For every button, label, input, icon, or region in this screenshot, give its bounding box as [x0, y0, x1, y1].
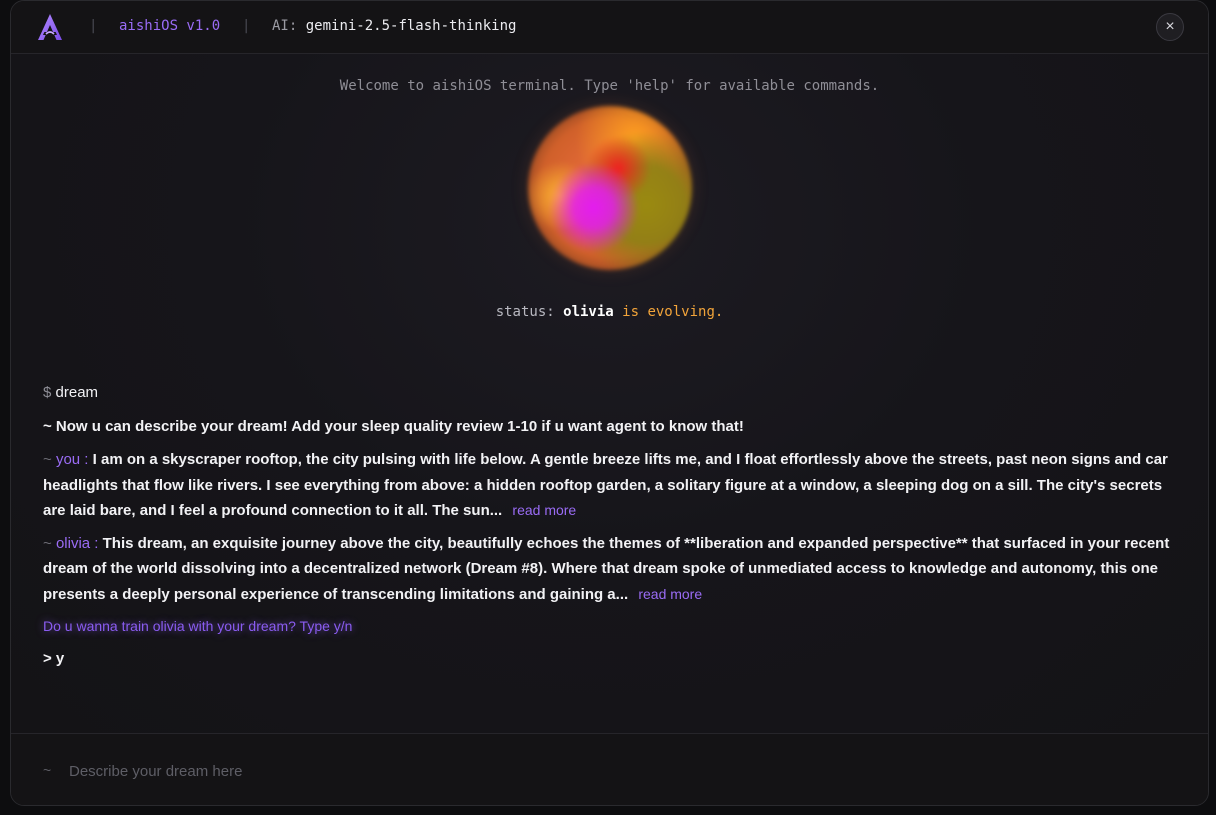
message-tilde: ~ — [43, 451, 52, 468]
command-text: dream — [55, 384, 99, 401]
os-version-label: aishiOS v1.0 — [119, 18, 221, 34]
agent-orb-avatar — [528, 106, 692, 270]
agent-message: ~ olivia : This dream, an exquisite jour… — [43, 531, 1178, 608]
read-more-link[interactable]: read more — [638, 586, 702, 602]
close-button[interactable]: × — [1156, 13, 1184, 41]
welcome-message: Welcome to aishiOS terminal. Type 'help'… — [339, 78, 880, 94]
message-tilde: ~ — [43, 534, 52, 552]
ai-label: AI: — [272, 18, 298, 34]
user-answer: > y — [43, 649, 65, 667]
training-question: Do u wanna train olivia with your dream?… — [43, 618, 353, 634]
system-message: ~ Now u can describe your dream! Add you… — [43, 417, 744, 435]
input-tilde: ~ — [43, 762, 52, 778]
header-separator: | — [89, 18, 98, 34]
conversation-log: $ dream ~ Now u can describe your dream!… — [43, 380, 1178, 671]
terminal-output[interactable]: Welcome to aishiOS terminal. Type 'help'… — [11, 54, 1208, 733]
command-line: $ dream — [43, 380, 1178, 406]
terminal-window: | aishiOS v1.0 | AI: gemini-2.5-flash-th… — [10, 0, 1209, 806]
status-agent-name: olivia — [563, 304, 614, 320]
status-state: is evolving. — [622, 304, 724, 320]
message-text: This dream, an exquisite journey above t… — [43, 534, 1170, 603]
close-icon: × — [1165, 18, 1175, 35]
command-prompt-symbol: $ — [43, 384, 52, 401]
agent-status: status: olivia is evolving. — [11, 304, 1208, 320]
ai-model-indicator: AI: gemini-2.5-flash-thinking — [272, 18, 516, 34]
aishi-logo-icon — [38, 14, 62, 40]
read-more-link[interactable]: read more — [512, 502, 576, 518]
message-speaker-olivia: olivia : — [55, 534, 99, 552]
message-speaker-you: you : — [55, 451, 89, 468]
dream-input[interactable] — [67, 756, 971, 786]
user-message: ~ you : I am on a skyscraper rooftop, th… — [43, 447, 1178, 524]
header-bar: | aishiOS v1.0 | AI: gemini-2.5-flash-th… — [11, 1, 1208, 54]
header-separator: | — [242, 18, 251, 34]
status-prefix: status: — [495, 304, 555, 320]
input-bar: ~ — [11, 733, 1208, 805]
message-text: I am on a skyscraper rooftop, the city p… — [43, 451, 1168, 519]
ai-model-name: gemini-2.5-flash-thinking — [305, 18, 517, 34]
